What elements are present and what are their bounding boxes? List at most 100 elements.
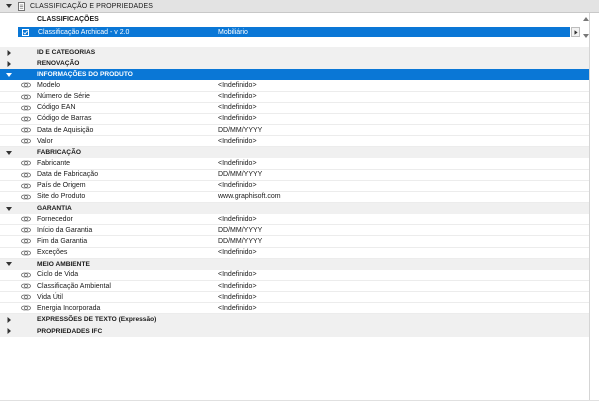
property-row[interactable]: Número de Série <Indefinido>: [0, 91, 589, 103]
eye-link-icon[interactable]: [21, 216, 31, 222]
property-row[interactable]: Data de Fabricação DD/MM/YYYY: [0, 169, 589, 181]
property-value[interactable]: <Indefinido>: [218, 93, 257, 100]
caret-down-icon[interactable]: [6, 150, 12, 156]
property-row[interactable]: Código de Barras <Indefinido>: [0, 113, 589, 125]
classification-row[interactable]: Classificação Archicad - v 2.0 Mobiliári…: [18, 27, 570, 37]
eye-link-icon[interactable]: [21, 105, 31, 111]
group-label: MEIO AMBIENTE: [37, 260, 90, 268]
eye-link-icon[interactable]: [21, 116, 31, 122]
property-value[interactable]: DD/MM/YYYY: [218, 171, 262, 178]
panel-title: CLASSIFICAÇÃO E PROPRIEDADES: [30, 2, 153, 10]
property-label: Código de Barras: [37, 115, 92, 123]
group-label: RENOVAÇÃO: [37, 60, 80, 68]
group-label: GARANTIA: [37, 205, 72, 213]
eye-link-icon[interactable]: [21, 272, 31, 278]
property-row[interactable]: Código EAN <Indefinido>: [0, 102, 589, 114]
group-row[interactable]: MEIO AMBIENTE: [0, 258, 589, 270]
caret-down-icon[interactable]: [6, 206, 12, 212]
caret-right-icon[interactable]: [6, 316, 12, 323]
classification-menu-button[interactable]: [571, 27, 580, 37]
property-row[interactable]: Início da Garantia DD/MM/YYYY: [0, 225, 589, 237]
group-row[interactable]: EXPRESSÕES DE TEXTO (Expressão): [0, 314, 589, 326]
classification-value[interactable]: Mobiliário: [218, 29, 248, 36]
classifications-title: CLASSIFICAÇÕES: [37, 16, 99, 23]
group-row[interactable]: GARANTIA: [0, 202, 589, 215]
document-icon: [18, 1, 25, 11]
property-row[interactable]: Classificação Ambiental <Indefinido>: [0, 280, 589, 293]
caret-right-icon[interactable]: [6, 328, 12, 335]
property-value[interactable]: <Indefinido>: [218, 283, 257, 290]
chevron-right-icon: [574, 29, 578, 35]
property-value[interactable]: <Indefinido>: [218, 138, 257, 145]
property-value[interactable]: <Indefinido>: [218, 182, 257, 189]
eye-link-icon[interactable]: [21, 183, 31, 189]
property-value[interactable]: <Indefinido>: [218, 271, 257, 278]
property-label: Fornecedor: [37, 215, 73, 223]
group-label: PROPRIEDADES IFC: [37, 327, 103, 335]
eye-link-icon[interactable]: [21, 138, 31, 144]
eye-link-icon[interactable]: [21, 160, 31, 166]
property-value[interactable]: <Indefinido>: [218, 160, 257, 167]
eye-link-icon[interactable]: [21, 82, 31, 88]
property-value[interactable]: <Indefinido>: [218, 82, 257, 89]
property-row[interactable]: País de Origem <Indefinido>: [0, 180, 589, 192]
property-row[interactable]: Exceções <Indefinido>: [0, 247, 589, 259]
property-label: Valor: [37, 137, 53, 145]
caret-down-icon[interactable]: [6, 3, 12, 9]
property-value[interactable]: <Indefinido>: [218, 249, 257, 256]
property-label: Energia Incorporada: [37, 304, 101, 312]
property-value[interactable]: www.graphisoft.com: [218, 193, 281, 200]
caret-down-icon[interactable]: [6, 261, 12, 267]
property-row[interactable]: Energia Incorporada <Indefinido>: [0, 303, 589, 315]
group-label: ID E CATEGORIAS: [37, 49, 96, 57]
property-label: Início da Garantia: [37, 226, 93, 234]
eye-link-icon[interactable]: [21, 250, 31, 256]
caret-right-icon[interactable]: [6, 60, 12, 67]
property-value[interactable]: DD/MM/YYYY: [218, 238, 262, 245]
caret-down-icon[interactable]: [6, 72, 12, 78]
property-row[interactable]: Site do Produto www.graphisoft.com: [0, 191, 589, 203]
property-row[interactable]: Ciclo de Vida <Indefinido>: [0, 269, 589, 281]
property-value[interactable]: DD/MM/YYYY: [218, 127, 262, 134]
property-label: Fim da Garantia: [37, 237, 88, 245]
eye-link-icon[interactable]: [21, 283, 31, 289]
eye-link-icon[interactable]: [21, 238, 31, 244]
group-label: EXPRESSÕES DE TEXTO (Expressão): [37, 316, 157, 324]
eye-link-icon[interactable]: [21, 127, 31, 133]
property-value[interactable]: <Indefinido>: [218, 216, 257, 223]
group-row[interactable]: RENOVAÇÃO: [0, 58, 589, 70]
property-label: Data de Aquisição: [37, 126, 94, 134]
property-label: Ciclo de Vida: [37, 271, 79, 279]
eye-link-icon[interactable]: [21, 294, 31, 300]
property-value[interactable]: <Indefinido>: [218, 305, 257, 312]
eye-link-icon[interactable]: [21, 94, 31, 100]
group-row[interactable]: FABRICAÇÃO: [0, 147, 589, 159]
eye-link-icon[interactable]: [21, 305, 31, 311]
property-row[interactable]: Fabricante <Indefinido>: [0, 158, 589, 170]
property-row[interactable]: Fim da Garantia DD/MM/YYYY: [0, 236, 589, 248]
property-value[interactable]: DD/MM/YYYY: [218, 227, 262, 234]
property-value[interactable]: <Indefinido>: [218, 115, 257, 122]
property-label: Fabricante: [37, 159, 71, 167]
eye-link-icon[interactable]: [21, 172, 31, 178]
property-value[interactable]: <Indefinido>: [218, 294, 257, 301]
property-label: Código EAN: [37, 104, 76, 112]
property-row[interactable]: Fornecedor <Indefinido>: [0, 214, 589, 226]
vertical-scrollbar[interactable]: [590, 13, 599, 401]
group-row[interactable]: ID E CATEGORIAS: [0, 47, 589, 59]
property-value[interactable]: <Indefinido>: [218, 104, 257, 111]
eye-link-icon[interactable]: [21, 194, 31, 200]
classification-checkbox[interactable]: [22, 28, 29, 36]
group-row[interactable]: PROPRIEDADES IFC: [0, 325, 589, 337]
property-row[interactable]: Vida Útil <Indefinido>: [0, 292, 589, 304]
panel-header[interactable]: CLASSIFICAÇÃO E PROPRIEDADES: [0, 0, 599, 13]
property-label: País de Origem: [37, 182, 86, 190]
group-row[interactable]: INFORMAÇÕES DO PRODUTO: [0, 69, 589, 81]
property-label: Exceções: [37, 249, 68, 257]
property-label: Data de Fabricação: [37, 171, 99, 179]
caret-right-icon[interactable]: [6, 49, 12, 56]
property-row[interactable]: Modelo <Indefinido>: [0, 80, 589, 92]
property-row[interactable]: Valor <Indefinido>: [0, 136, 589, 148]
eye-link-icon[interactable]: [21, 227, 31, 233]
property-row[interactable]: Data de Aquisição DD/MM/YYYY: [0, 124, 589, 137]
